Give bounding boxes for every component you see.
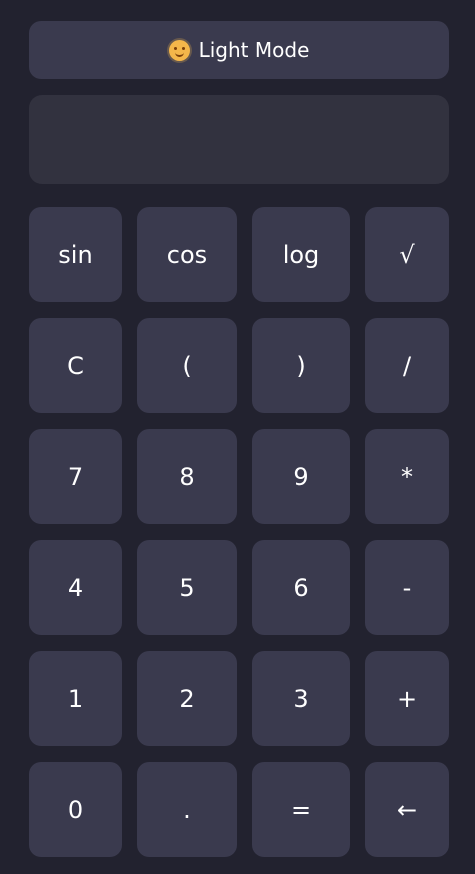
calculator-keypad: sin cos log √ C ( ) / 7 8 9 * 4 5 6 - 1 … (29, 207, 449, 857)
open-parenthesis-button[interactable]: ( (137, 318, 237, 413)
digit-7-button[interactable]: 7 (29, 429, 122, 524)
subtract-button[interactable]: - (365, 540, 449, 635)
digit-9-button[interactable]: 9 (252, 429, 350, 524)
digit-1-button[interactable]: 1 (29, 651, 122, 746)
digit-8-button[interactable]: 8 (137, 429, 237, 524)
digit-4-button[interactable]: 4 (29, 540, 122, 635)
close-parenthesis-button[interactable]: ) (252, 318, 350, 413)
clear-button[interactable]: C (29, 318, 122, 413)
sin-button[interactable]: sin (29, 207, 122, 302)
backspace-button[interactable]: ← (365, 762, 449, 857)
square-root-button[interactable]: √ (365, 207, 449, 302)
equals-button[interactable]: = (252, 762, 350, 857)
add-button[interactable]: + (365, 651, 449, 746)
theme-toggle-button[interactable]: Light Mode (29, 21, 449, 79)
digit-5-button[interactable]: 5 (137, 540, 237, 635)
digit-2-button[interactable]: 2 (137, 651, 237, 746)
divide-button[interactable]: / (365, 318, 449, 413)
digit-0-button[interactable]: 0 (29, 762, 122, 857)
theme-toggle-label: Light Mode (198, 38, 310, 62)
multiply-button[interactable]: * (365, 429, 449, 524)
decimal-point-button[interactable]: . (137, 762, 237, 857)
calculator-display (29, 95, 449, 184)
log-button[interactable]: log (252, 207, 350, 302)
cos-button[interactable]: cos (137, 207, 237, 302)
digit-6-button[interactable]: 6 (252, 540, 350, 635)
sun-face-icon (168, 39, 190, 61)
calculator-app: Light Mode sin cos log √ C ( ) / 7 8 9 *… (0, 0, 475, 874)
digit-3-button[interactable]: 3 (252, 651, 350, 746)
